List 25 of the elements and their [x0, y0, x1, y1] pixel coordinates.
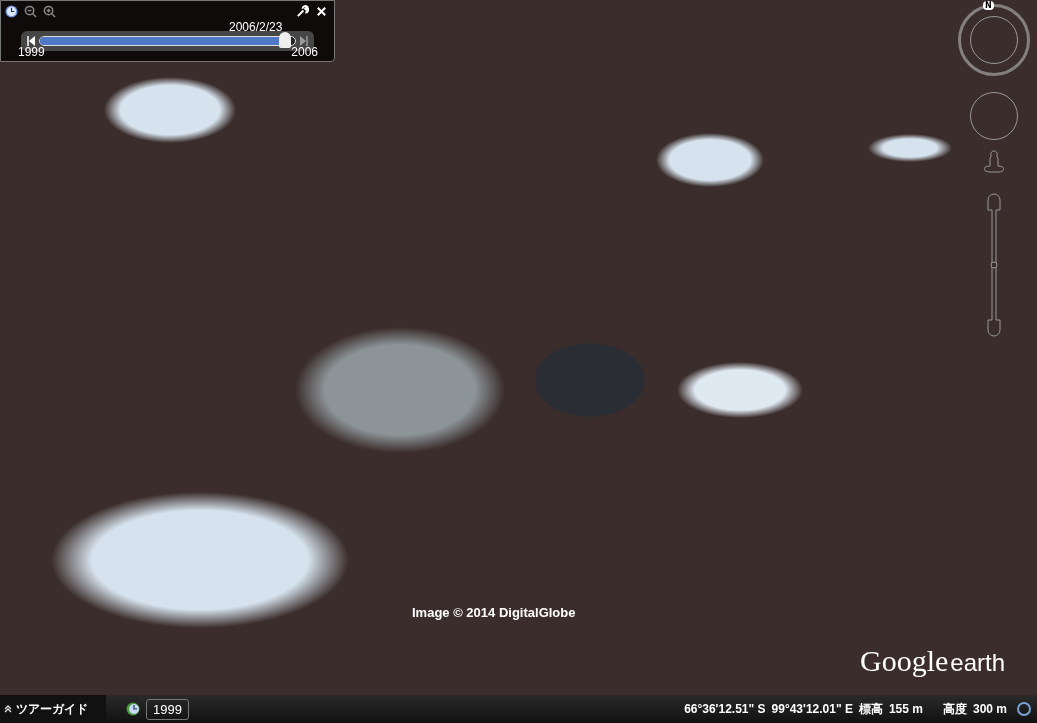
longitude: 99°43'12.01" E [771, 702, 853, 716]
zoom-slider-thumb[interactable] [990, 261, 998, 269]
historical-year[interactable]: 1999 [146, 698, 189, 720]
history-clock-icon[interactable] [126, 702, 140, 716]
clock-icon[interactable] [5, 5, 18, 18]
zoom-in-icon[interactable] [43, 5, 56, 18]
loading-ring-icon [1017, 702, 1031, 716]
selected-date: 2006/2/23 [229, 20, 283, 34]
slider-thumb[interactable] [278, 32, 291, 48]
elevation-label: 標高 [858, 700, 883, 718]
close-icon[interactable] [315, 5, 328, 18]
altitude-value: 300 m [972, 702, 1007, 716]
elevation-value: 155 m [888, 702, 923, 716]
altitude-label: 高度 [942, 700, 967, 718]
app-logo: Googleearth [860, 644, 1006, 678]
wrench-icon[interactable] [296, 5, 309, 18]
zoom-out-icon[interactable] [24, 5, 37, 18]
chevron-up-icon [4, 705, 12, 713]
skip-back-icon[interactable] [27, 36, 35, 46]
north-label: N [983, 1, 994, 10]
end-year-label: 2006 [291, 45, 318, 59]
latitude: 66°36'12.51" S [684, 702, 766, 716]
skip-forward-icon[interactable] [300, 36, 308, 46]
image-attribution: Image © 2014 DigitalGlobe [412, 605, 576, 620]
start-year-label: 1999 [18, 45, 45, 59]
